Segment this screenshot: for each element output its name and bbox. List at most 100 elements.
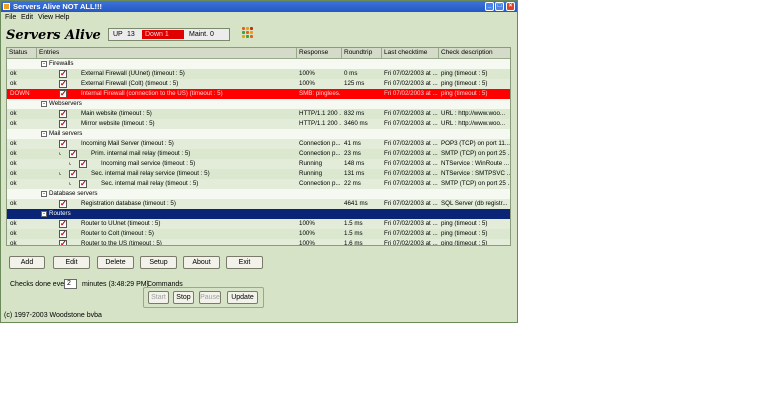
table-header: Status Entries Response Roundtrip Last c… [7,48,510,59]
row-last-checktime: Fri 07/02/2003 at ... [384,170,438,177]
row-status: ok [10,150,17,157]
stop-button[interactable]: Stop [173,291,194,304]
entry-label: Internal Firewall (connection to the US)… [81,90,223,97]
entry-checkbox[interactable]: ✓ [59,240,67,245]
entry-checkbox[interactable]: ✓ [59,120,67,128]
tree-collapse-icon[interactable]: - [41,131,47,137]
app-title: Servers Alive [6,28,101,43]
row-status: ok [10,200,17,207]
about-button[interactable]: About [183,256,220,269]
row-response: 100% [299,240,315,246]
menu-edit[interactable]: Edit [21,13,33,23]
col-status[interactable]: Status [7,48,37,58]
entry-checkbox[interactable]: ✓ [69,150,77,158]
table-row[interactable]: ok ⌞ ✓ Incoming mail service (timeout : 5) R… [7,159,510,169]
tree-line-icon [47,241,53,245]
row-status: ok [10,70,17,77]
tree-line-icon [47,201,53,207]
edit-button[interactable]: Edit [53,256,90,269]
col-entries[interactable]: Entries [37,48,297,58]
entry-checkbox[interactable]: ✓ [59,70,67,78]
row-roundtrip: 0 ms [344,70,358,77]
tree-collapse-icon[interactable]: - [41,61,47,67]
tree-collapse-icon[interactable]: - [41,191,47,197]
row-roundtrip [344,89,381,99]
minimize-button[interactable]: _ [485,2,494,11]
maximize-button[interactable]: □ [495,2,504,11]
tree-collapse-icon[interactable]: - [41,211,47,217]
update-button[interactable]: Update [227,291,258,304]
table-row[interactable]: ok ✓ Router to UUnet (timeout : 5) 100% 1.5 … [7,219,510,229]
close-button[interactable]: × [506,2,515,11]
entry-checkbox[interactable]: ✓ [79,160,87,168]
entry-checkbox[interactable]: ✓ [69,170,77,178]
entry-checkbox[interactable]: ✓ [59,90,67,98]
table-row[interactable]: ok ✓ External Firewall (UUnet) (timeout : … [7,69,510,79]
entry-checkbox[interactable]: ✓ [59,200,67,208]
row-roundtrip: 1.5 ms [344,220,363,227]
down-count-badge: Down 1 [142,30,184,39]
table-row[interactable]: ok ✓ Mirror website (timeout : 5) HTTP/1.1 … [7,119,510,129]
table-row[interactable]: ok ✓ Registration database (timeout : 5) 46… [7,199,510,209]
check-interval-field[interactable]: 2 [64,279,77,289]
tree-collapse-icon[interactable]: - [41,101,47,107]
entry-checkbox[interactable]: ✓ [59,80,67,88]
row-check-description: SMTP (TCP) on port 25 ... [441,150,511,157]
app-icon [3,3,10,10]
col-last-checktime[interactable]: Last checktime [382,48,439,58]
row-status [10,189,37,199]
group-row[interactable]: - Database servers [7,189,510,199]
table-row[interactable]: ok ⌞ ✓ Sec. internal mail relay service (ti… [7,169,510,179]
copyright-text: (c) 1997-2003 Woodstone bvba [4,312,102,319]
entry-checkbox[interactable]: ✓ [59,140,67,148]
table-row[interactable]: ok ⌞ ✓ Sec. internal mail relay (timeout : … [7,179,511,189]
row-response: 100% [299,70,315,77]
tree-line-icon [47,91,53,97]
row-check-description: POP3 (TCP) on port 11... [441,140,511,147]
entry-checkbox[interactable]: ✓ [79,180,87,188]
row-response: Running [299,160,323,167]
entry-label: Router to UUnet (timeout : 5) [81,220,161,227]
row-response: HTTP/1.1 200 ... [299,110,341,117]
col-response[interactable]: Response [297,48,342,58]
row-last-checktime: Fri 07/02/2003 at ... [384,80,438,87]
table-row[interactable]: ok ⌞ ✓ Prim. internal mail relay (timeout :… [7,149,511,159]
entry-checkbox[interactable]: ✓ [59,230,67,238]
row-check-description: SMTP (TCP) on port 25 ... [441,180,511,187]
exit-button[interactable]: Exit [226,256,263,269]
table-row[interactable]: ok ✓ External Firewall (Colt) (timeout : 5… [7,79,510,89]
status-grid-icon[interactable] [242,27,255,39]
row-roundtrip: 23 ms [344,150,361,157]
row-check-description: ping (timeout : 5) [441,80,488,87]
col-check-description[interactable]: Check description [439,48,510,58]
group-row[interactable]: - Webservers [7,99,510,109]
group-row[interactable]: - Mail servers [7,129,510,139]
table-row[interactable]: ok ✓ Incoming Mail Server (timeout : 5) Con… [7,139,511,149]
group-row[interactable]: - Firewalls [7,59,510,69]
add-button[interactable]: Add [9,256,45,269]
table-row[interactable]: ok ✓ Router to the US (timeout : 5) 100% 1.6… [7,239,510,246]
table-row[interactable]: ok ✓ Main website (timeout : 5) HTTP/1.1 20… [7,109,510,119]
row-status: ok [10,80,17,87]
col-roundtrip[interactable]: Roundtrip [342,48,382,58]
entry-label: Incoming Mail Server (timeout : 5) [81,140,174,147]
entry-label: Sec. internal mail relay (timeout : 5) [101,180,199,187]
menu-view[interactable]: View [38,13,53,23]
row-response: 100% [299,80,315,87]
entry-checkbox[interactable]: ✓ [59,220,67,228]
setup-button[interactable]: Setup [140,256,177,269]
tree-line-icon [47,111,53,117]
table-row[interactable]: ok ✓ Router to Colt (timeout : 5) 100% 1.5 m… [7,229,510,239]
start-button[interactable]: Start [148,291,169,304]
menu-file[interactable]: File [5,13,16,23]
entry-checkbox[interactable]: ✓ [59,110,67,118]
menu-help[interactable]: Help [55,13,69,23]
tree-line-icon [47,141,53,147]
pause-button[interactable]: Pause [199,291,221,304]
table-row[interactable]: DOWN ✓ Internal Firewall (connection to th… [7,89,510,99]
delete-button[interactable]: Delete [97,256,134,269]
row-status: ok [10,170,17,177]
group-label: Routers [49,210,71,217]
tree-line-icon [47,121,53,127]
group-row[interactable]: - Routers [7,209,510,219]
